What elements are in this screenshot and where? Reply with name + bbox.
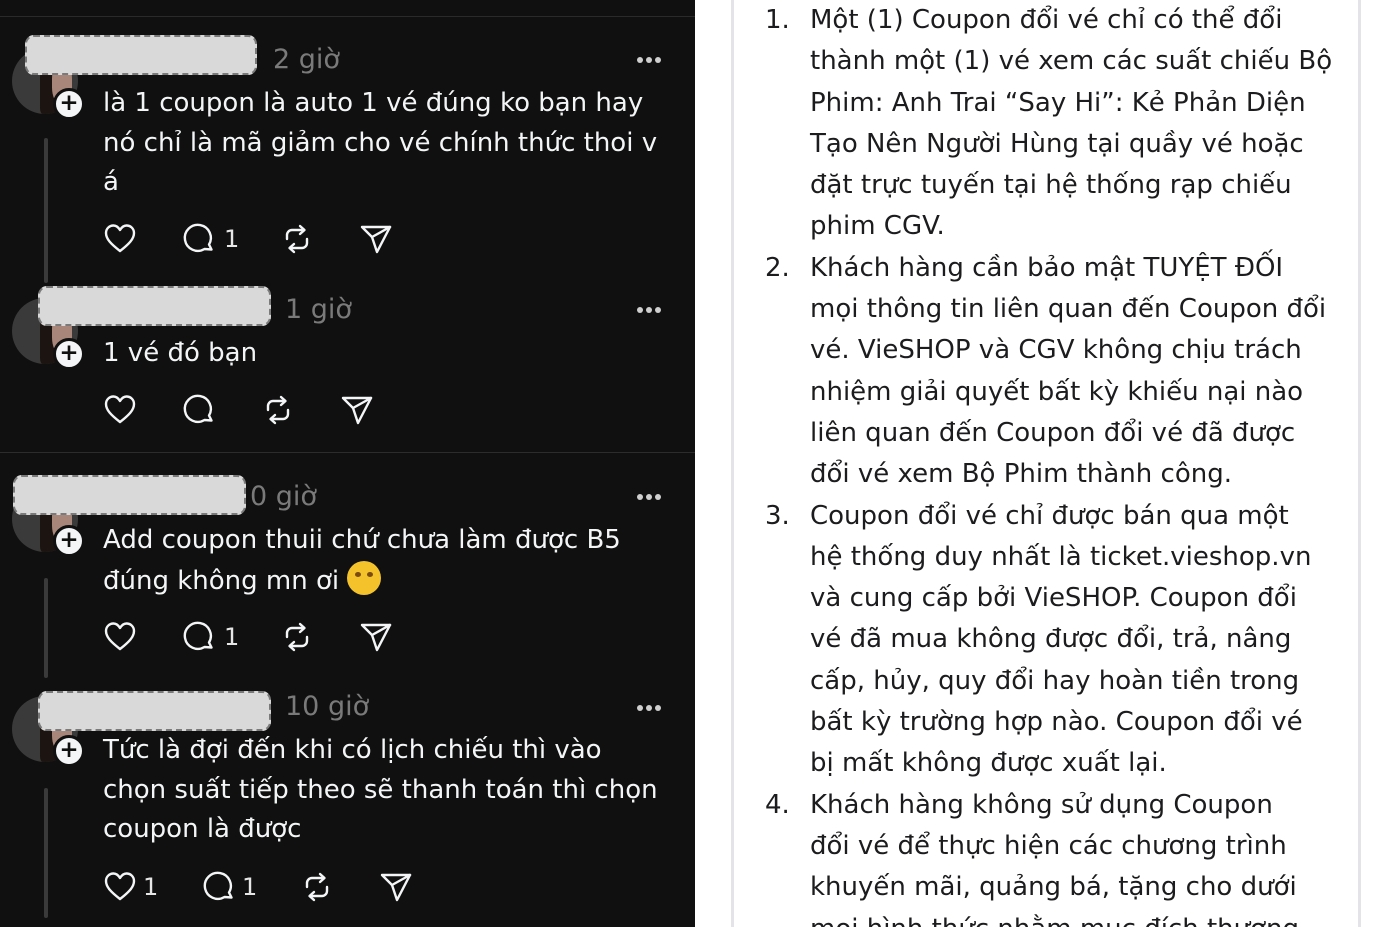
comment-text: Add coupon thuii chứ chưa làm được B5 đú… (103, 521, 678, 601)
comment-text: 1 vé đó bạn (103, 334, 678, 374)
term-line: Khách hàng không sử dụng Coupon (810, 789, 1273, 820)
repost-icon (266, 395, 290, 425)
term-item-4: 4. Khách hàng không sử dụng Coupon đổi v… (765, 785, 1325, 927)
term-line: đặt trực tuyến tại hệ thống rạp chiếu (810, 170, 1292, 201)
term-number: 4. (765, 789, 790, 820)
repost-icon (305, 872, 329, 902)
term-line: và cung cấp bởi VieSHOP. Coupon đổi (810, 583, 1297, 614)
top-divider (0, 16, 695, 17)
term-line: Coupon đổi vé chỉ được bán qua một (810, 500, 1289, 531)
comment-actions: 1 1 (103, 870, 423, 904)
term-number: 3. (765, 500, 790, 531)
comment-time: 1 giờ (285, 294, 352, 325)
comment-line: coupon là được (103, 814, 302, 844)
comment-time: 10 giờ (285, 691, 370, 722)
term-line: bị mất không được xuất lại. (810, 748, 1167, 779)
repost-icon (285, 622, 309, 652)
send-icon (341, 396, 373, 425)
comment-line: nó chỉ là mã giảm cho vé chính thức thoi… (103, 127, 658, 158)
term-line: Khách hàng cần bảo mật TUYỆT ĐỐI (810, 252, 1284, 283)
term-line: đổi vé xem Bộ Phim thành công. (810, 459, 1232, 490)
term-number: 1. (765, 5, 790, 35)
follow-plus-icon[interactable]: + (53, 338, 85, 370)
term-line: phim CGV. (810, 211, 945, 242)
panel-edge-right (1358, 0, 1361, 927)
thread-line (44, 788, 48, 918)
term-line: mọi hình thức nhằm mục đích thương (810, 909, 1325, 927)
heart-icon (104, 872, 136, 901)
comment-actions (103, 393, 403, 427)
term-line: vé đã mua không được đổi, trả, nâng (810, 624, 1292, 655)
comment-icon (183, 621, 213, 650)
term-item-1: 1. Một (1) Coupon đổi vé chỉ có thể đổi … (765, 0, 1333, 248)
username-redacted[interactable] (25, 35, 257, 75)
repost-icon (285, 224, 309, 254)
comment-line-text: đúng không mn ơi (103, 565, 340, 596)
panel-edge-left (731, 0, 734, 927)
comment-text: là 1 coupon là auto 1 vé đúng ko bạn hay… (103, 84, 678, 203)
comment-actions: 1 (103, 620, 403, 654)
term-line: thành một (1) vé xem các suất chiếu Bộ (810, 46, 1333, 77)
heart-icon (104, 395, 136, 424)
comment-line: chọn suất tiếp theo sẽ thanh toán thì ch… (103, 774, 658, 805)
term-line: khuyến mãi, quảng bá, tặng cho dưới (810, 872, 1297, 903)
comment-time: 0 giờ (250, 481, 317, 512)
heart-icon (104, 622, 136, 651)
send-icon (360, 623, 392, 652)
heart-icon (104, 224, 136, 253)
send-icon (360, 225, 392, 254)
term-line: đổi vé để thực hiện các chương trình (810, 830, 1287, 861)
comment-icon (183, 223, 213, 252)
term-item-3: 3. Coupon đổi vé chỉ được bán qua một hệ… (765, 496, 1325, 785)
like-count: 1 (143, 873, 159, 901)
term-number: 2. (765, 252, 790, 283)
comment-line: đúng không mn ơi (103, 560, 678, 602)
follow-plus-icon[interactable]: + (53, 525, 85, 557)
terms-list: 1. Một (1) Coupon đổi vé chỉ có thể đổi … (765, 0, 1333, 927)
term-line: cấp, hủy, quy đổi hay hoàn tiền trong (810, 665, 1300, 696)
username-redacted[interactable] (38, 286, 271, 326)
follow-plus-icon[interactable]: + (53, 735, 85, 767)
term-line: Một (1) Coupon đổi vé chỉ có thể đổi (810, 5, 1283, 35)
comment-text: Tức là đợi đến khi có lịch chiếu thì vào… (103, 731, 678, 850)
term-line: nhiệm giải quyết bất kỳ khiếu nại nào (810, 376, 1304, 407)
melting-face-emoji (347, 560, 382, 595)
coupon-terms-panel: 1. Một (1) Coupon đổi vé chỉ có thể đổi … (695, 0, 1390, 927)
term-line: vé. VieSHOP và CGV không chịu trách (810, 335, 1302, 366)
comment-line: 1 vé đó bạn (103, 338, 258, 368)
comment-line: á (103, 167, 119, 197)
term-line: liên quan đến Coupon đổi vé đã được (810, 417, 1296, 448)
more-icon[interactable] (637, 305, 667, 315)
username-redacted[interactable] (13, 475, 246, 515)
threads-comments-panel: + 2 giờ là 1 coupon là auto 1 vé đúng ko… (0, 0, 695, 927)
more-icon[interactable] (637, 492, 667, 502)
comment-actions: 1 (103, 222, 403, 256)
reply-count: 1 (224, 225, 240, 253)
term-line: Phim: Anh Trai “Say Hi”: Kẻ Phản Diện (810, 87, 1306, 118)
term-line: Tạo Nên Người Hùng tại quầy vé hoặc (810, 128, 1304, 159)
comment-line: là 1 coupon là auto 1 vé đúng ko bạn hay (103, 88, 644, 118)
thread-line (44, 138, 48, 283)
comment-icon (203, 871, 233, 900)
more-icon[interactable] (637, 55, 667, 65)
term-item-2: 2. Khách hàng cần bảo mật TUYỆT ĐỐI mọi … (765, 248, 1327, 496)
comment-line: Tức là đợi đến khi có lịch chiếu thì vào (103, 735, 602, 765)
follow-plus-icon[interactable]: + (53, 88, 85, 120)
thread-line (44, 578, 48, 678)
reply-count: 1 (242, 873, 258, 901)
comment-icon (183, 394, 213, 423)
comment-line: Add coupon thuii chứ chưa làm được B5 (103, 525, 621, 555)
term-line: bất kỳ trường hợp nào. Coupon đổi vé (810, 707, 1303, 738)
term-line: hệ thống duy nhất là ticket.vieshop.vn (810, 541, 1312, 572)
more-icon[interactable] (637, 703, 667, 713)
comment-time: 2 giờ (273, 44, 340, 75)
username-redacted[interactable] (38, 691, 271, 731)
send-icon (380, 873, 412, 902)
reply-count: 1 (224, 623, 240, 651)
term-line: mọi thông tin liên quan đến Coupon đổi (810, 294, 1327, 325)
section-divider (0, 452, 695, 453)
